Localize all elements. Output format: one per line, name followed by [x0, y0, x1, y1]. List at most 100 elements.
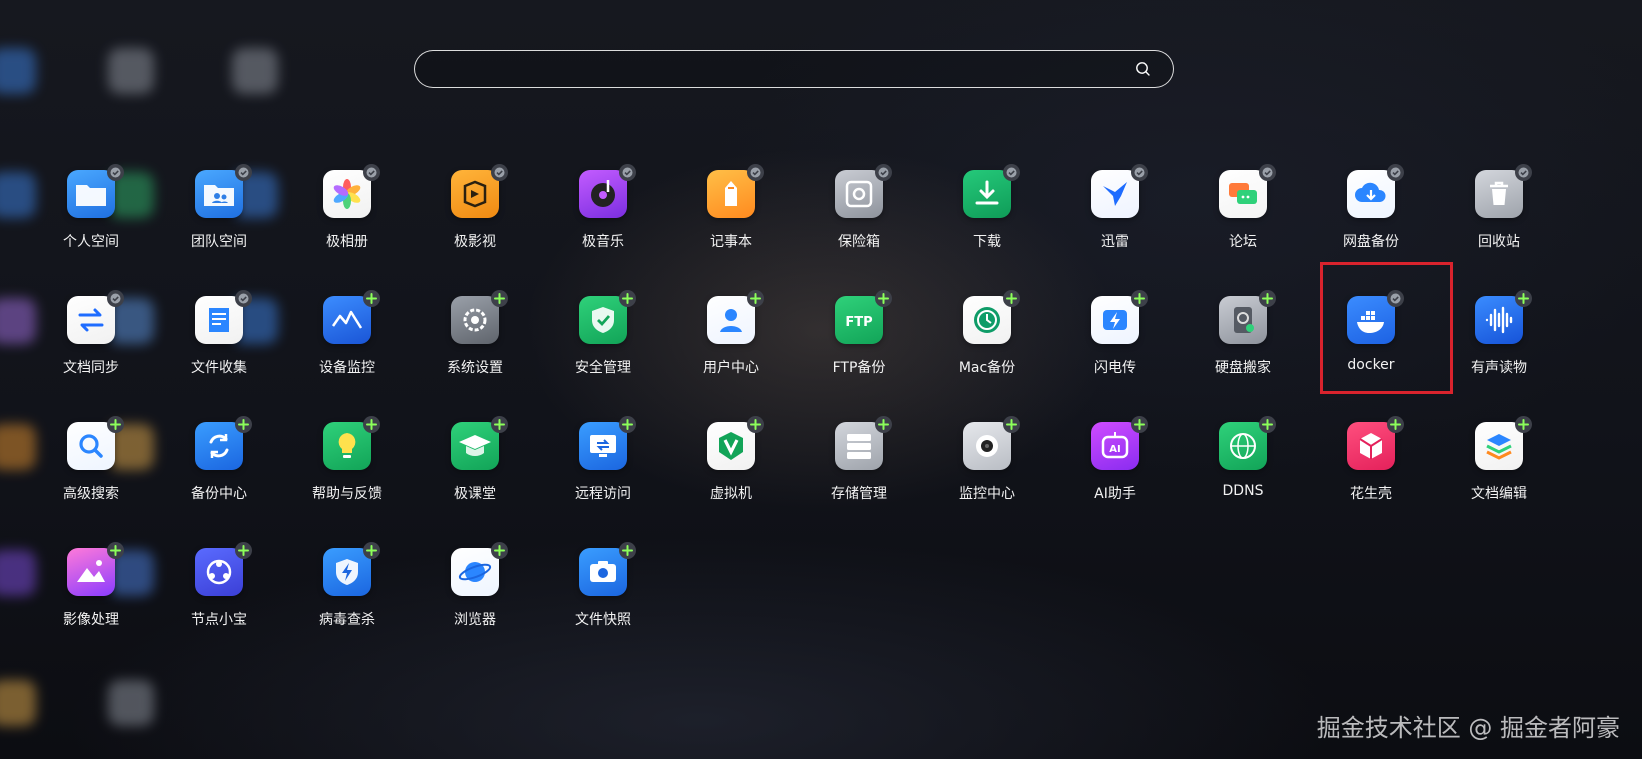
add-plus-icon[interactable] [491, 542, 508, 559]
app-icon-doc-layers[interactable]: 文档编辑 [1435, 416, 1563, 542]
installed-check-icon[interactable] [363, 164, 380, 181]
installed-check-icon[interactable] [619, 164, 636, 181]
app-icon-photos-flower[interactable]: 极相册 [283, 164, 411, 290]
app-label: 用户中心 [703, 360, 759, 376]
add-plus-icon[interactable] [747, 290, 764, 307]
search-icon[interactable] [1135, 61, 1151, 77]
installed-check-icon[interactable] [491, 164, 508, 181]
add-plus-icon[interactable] [875, 290, 892, 307]
app-icon-notepad-pencil[interactable]: 记事本 [667, 164, 795, 290]
installed-check-icon[interactable] [875, 164, 892, 181]
app-label: 硬盘搬家 [1215, 360, 1271, 376]
add-plus-icon[interactable] [1003, 290, 1020, 307]
add-plus-icon[interactable] [1387, 416, 1404, 433]
add-plus-icon[interactable] [1131, 416, 1148, 433]
app-icon-snapshot-camera[interactable]: 文件快照 [539, 542, 667, 668]
app-label: 文档编辑 [1471, 486, 1527, 502]
installed-check-icon[interactable] [235, 290, 252, 307]
app-icon-file-collect[interactable]: 文件收集 [155, 290, 283, 416]
app-icon-ftp[interactable]: FTP FTP备份 [795, 290, 923, 416]
app-icon-node-link[interactable]: 节点小宝 [155, 542, 283, 668]
add-plus-icon[interactable] [875, 416, 892, 433]
app-label: 远程访问 [575, 486, 631, 502]
add-plus-icon[interactable] [235, 542, 252, 559]
app-icon-ai-robot[interactable]: AI AI助手 [1051, 416, 1179, 542]
app-icon-audio-wave[interactable]: 有声读物 [1435, 290, 1563, 416]
add-plus-icon[interactable] [363, 290, 380, 307]
app-icon-remote-access[interactable]: 远程访问 [539, 416, 667, 542]
add-plus-icon[interactable] [363, 542, 380, 559]
installed-check-icon[interactable] [1387, 164, 1404, 181]
installed-check-icon[interactable] [1003, 164, 1020, 181]
app-icon-image-process[interactable]: 影像处理 [27, 542, 155, 668]
installed-check-icon[interactable] [747, 164, 764, 181]
app-icon-help-bulb[interactable]: 帮助与反馈 [283, 416, 411, 542]
app-icon-search-magnifier[interactable]: 高级搜索 [27, 416, 155, 542]
add-plus-icon[interactable] [107, 542, 124, 559]
add-plus-icon[interactable] [1515, 416, 1532, 433]
search-bar[interactable] [414, 50, 1174, 88]
add-plus-icon[interactable] [491, 416, 508, 433]
app-icon-disk-move[interactable]: 硬盘搬家 [1179, 290, 1307, 416]
app-icon-vm-v[interactable]: 虚拟机 [667, 416, 795, 542]
app-label: 极影视 [454, 234, 496, 250]
add-plus-icon[interactable] [1003, 416, 1020, 433]
app-label: DDNS [1222, 483, 1264, 499]
app-icon-browser-planet[interactable]: 浏览器 [411, 542, 539, 668]
app-icon-video[interactable]: 极影视 [411, 164, 539, 290]
app-icon-download[interactable]: 下载 [923, 164, 1051, 290]
app-label: 浏览器 [454, 612, 496, 628]
app-icon-shield-check[interactable]: 安全管理 [539, 290, 667, 416]
app-label: 文档同步 [63, 360, 119, 376]
add-plus-icon[interactable] [619, 290, 636, 307]
add-plus-icon[interactable] [747, 416, 764, 433]
app-icon-antivirus-shield[interactable]: 病毒查杀 [283, 542, 411, 668]
app-icon-ddns-globe[interactable]: DDNS [1179, 416, 1307, 542]
app-launcher-grid: 个人空间 团队空间 极相册 极影视 极音乐 记事本 保险箱 下载 迅雷 论坛 网盘备份 回收站 文档同步… [27, 164, 1563, 668]
app-label: 节点小宝 [191, 612, 247, 628]
app-icon-time-machine[interactable]: Mac备份 [923, 290, 1051, 416]
app-label: 花生壳 [1350, 486, 1392, 502]
installed-check-icon[interactable] [107, 164, 124, 181]
installed-check-icon[interactable] [1515, 164, 1532, 181]
add-plus-icon[interactable] [1515, 290, 1532, 307]
app-icon-safe[interactable]: 保险箱 [795, 164, 923, 290]
app-icon-graduation-cap[interactable]: 极课堂 [411, 416, 539, 542]
app-icon-team-folder[interactable]: 团队空间 [155, 164, 283, 290]
app-icon-device-monitor[interactable]: 设备监控 [283, 290, 411, 416]
app-icon-trash[interactable]: 回收站 [1435, 164, 1563, 290]
app-icon-sync-arrows[interactable]: 文档同步 [27, 290, 155, 416]
add-plus-icon[interactable] [619, 542, 636, 559]
installed-check-icon[interactable] [235, 164, 252, 181]
app-icon-backup-cycle[interactable]: 备份中心 [155, 416, 283, 542]
app-label: 备份中心 [191, 486, 247, 502]
app-label: AI助手 [1094, 486, 1136, 502]
app-icon-peanut-cube[interactable]: 花生壳 [1307, 416, 1435, 542]
add-plus-icon[interactable] [363, 416, 380, 433]
app-label: 文件快照 [575, 612, 631, 628]
add-plus-icon[interactable] [1131, 290, 1148, 307]
app-icon-storage-server[interactable]: 存储管理 [795, 416, 923, 542]
add-plus-icon[interactable] [1259, 416, 1276, 433]
add-plus-icon[interactable] [107, 416, 124, 433]
app-icon-thunder-bird[interactable]: 迅雷 [1051, 164, 1179, 290]
app-label: 论坛 [1229, 234, 1257, 250]
app-icon-user[interactable]: 用户中心 [667, 290, 795, 416]
app-icon-lightning-transfer[interactable]: 闪电传 [1051, 290, 1179, 416]
app-icon-forum-chat[interactable]: 论坛 [1179, 164, 1307, 290]
add-plus-icon[interactable] [491, 290, 508, 307]
app-icon-settings-gear[interactable]: 系统设置 [411, 290, 539, 416]
app-label: 病毒查杀 [319, 612, 375, 628]
app-icon-music-disc[interactable]: 极音乐 [539, 164, 667, 290]
add-plus-icon[interactable] [619, 416, 636, 433]
installed-check-icon[interactable] [107, 290, 124, 307]
app-icon-camera-monitor[interactable]: 监控中心 [923, 416, 1051, 542]
app-icon-folder[interactable]: 个人空间 [27, 164, 155, 290]
installed-check-icon[interactable] [1259, 164, 1276, 181]
add-plus-icon[interactable] [1259, 290, 1276, 307]
add-plus-icon[interactable] [235, 416, 252, 433]
app-label: 有声读物 [1471, 360, 1527, 376]
installed-check-icon[interactable] [1131, 164, 1148, 181]
search-input[interactable] [433, 51, 1117, 88]
app-label: 极课堂 [454, 486, 496, 502]
